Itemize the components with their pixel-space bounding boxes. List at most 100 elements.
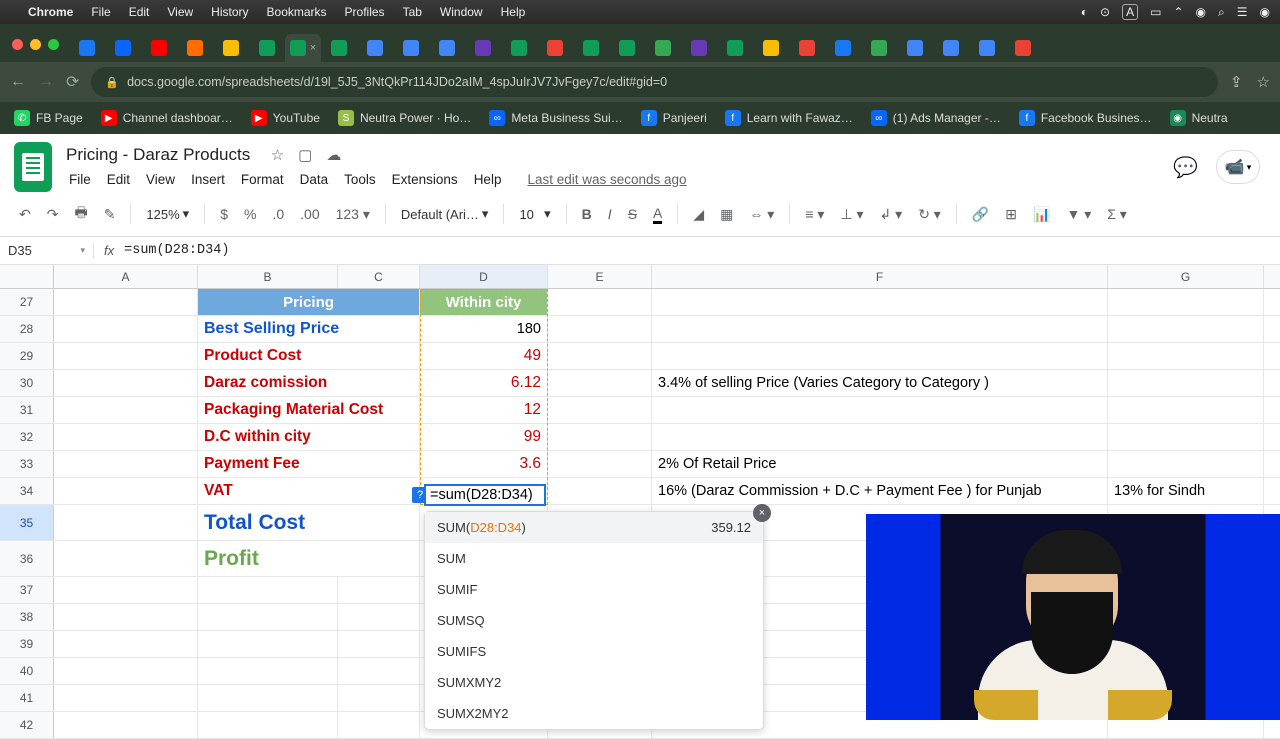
browser-tab[interactable] <box>465 34 501 62</box>
row-header[interactable]: 30 <box>0 370 54 396</box>
menubar-window[interactable]: Window <box>440 5 483 19</box>
increase-decimal-icon[interactable]: .00 <box>295 202 324 226</box>
cell[interactable] <box>548 289 652 315</box>
text-color-icon[interactable]: A <box>648 201 667 228</box>
cell[interactable]: Within city <box>420 289 548 315</box>
menubar-profiles[interactable]: Profiles <box>345 5 385 19</box>
select-all-corner[interactable] <box>0 265 54 288</box>
cell[interactable] <box>652 316 1108 342</box>
row-header[interactable]: 29 <box>0 343 54 369</box>
close-window-icon[interactable] <box>12 39 23 50</box>
menubar-view[interactable]: View <box>167 5 193 19</box>
cell[interactable]: 3.4% of selling Price (Varies Category t… <box>652 370 1108 396</box>
bookmark-item[interactable]: ◉Neutra <box>1164 107 1234 129</box>
browser-tab[interactable] <box>609 34 645 62</box>
paint-format-icon[interactable]: ✎ <box>99 202 121 227</box>
control-center-icon[interactable]: ☰ <box>1237 5 1248 19</box>
suggest-item[interactable]: SUM(D28:D34) 359.12 <box>425 512 763 543</box>
cell[interactable] <box>652 424 1108 450</box>
cell[interactable]: 99 <box>420 424 548 450</box>
cell[interactable] <box>338 685 420 711</box>
rotate-icon[interactable]: ↻ ▾ <box>913 202 946 227</box>
browser-tab[interactable] <box>573 34 609 62</box>
cell[interactable] <box>54 316 198 342</box>
meet-button[interactable]: 📹▾ <box>1216 150 1260 184</box>
menu-extensions[interactable]: Extensions <box>385 169 465 190</box>
formula-bar-input[interactable]: =sum(D28:D34) <box>124 243 229 258</box>
cell[interactable]: Total Cost <box>198 505 420 540</box>
menu-help[interactable]: Help <box>467 169 509 190</box>
browser-tab[interactable] <box>753 34 789 62</box>
cell[interactable]: 180 <box>420 316 548 342</box>
bookmark-item[interactable]: ▶YouTube <box>245 107 326 129</box>
cell[interactable] <box>548 343 652 369</box>
browser-tab[interactable] <box>1005 34 1041 62</box>
cell[interactable] <box>338 631 420 657</box>
row-header[interactable]: 34 <box>0 478 54 504</box>
col-header[interactable]: A <box>54 265 198 288</box>
cell[interactable] <box>1108 397 1264 423</box>
bookmark-item[interactable]: ∞(1) Ads Manager -… <box>865 107 1007 129</box>
col-header[interactable]: D <box>420 265 548 288</box>
menubar-history[interactable]: History <box>211 5 248 19</box>
cell[interactable] <box>652 397 1108 423</box>
menubar-help[interactable]: Help <box>501 5 526 19</box>
user-icon[interactable]: ◉ <box>1196 5 1206 19</box>
cell[interactable] <box>548 451 652 477</box>
menu-insert[interactable]: Insert <box>184 169 232 190</box>
print-icon[interactable]: 🖶 <box>69 198 92 230</box>
browser-tab[interactable] <box>645 34 681 62</box>
borders-icon[interactable]: ▦ <box>715 202 738 227</box>
cell[interactable] <box>548 316 652 342</box>
suggest-item[interactable]: SUMIFS <box>425 636 763 667</box>
comments-icon[interactable]: 💬 <box>1173 155 1198 180</box>
cell[interactable] <box>1108 451 1264 477</box>
cell[interactable] <box>198 712 338 738</box>
cell[interactable] <box>54 451 198 477</box>
cell[interactable] <box>54 289 198 315</box>
cell[interactable] <box>548 424 652 450</box>
cell[interactable] <box>198 631 338 657</box>
browser-tab[interactable] <box>429 34 465 62</box>
spotlight-icon[interactable]: ⌕ <box>1218 5 1225 20</box>
browser-tab[interactable] <box>393 34 429 62</box>
browser-tab[interactable] <box>969 34 1005 62</box>
cell[interactable] <box>338 577 420 603</box>
star-icon[interactable]: ☆ <box>271 146 284 164</box>
cell[interactable] <box>1108 289 1264 315</box>
cell[interactable]: D.C within city <box>198 424 420 450</box>
menubar-file[interactable]: File <box>91 5 110 19</box>
decrease-decimal-icon[interactable]: .0 <box>267 202 289 226</box>
cell[interactable]: 12 <box>420 397 548 423</box>
menu-data[interactable]: Data <box>293 169 336 190</box>
name-box[interactable]: D35▾ <box>0 243 94 258</box>
menubar-edit[interactable]: Edit <box>129 5 150 19</box>
cell[interactable]: 49 <box>420 343 548 369</box>
cell[interactable]: Payment Fee <box>198 451 420 477</box>
col-header[interactable]: E <box>548 265 652 288</box>
strike-icon[interactable]: S <box>623 202 642 226</box>
zoom-select[interactable]: 125% ▾ <box>141 202 194 226</box>
cell[interactable] <box>338 604 420 630</box>
fill-color-icon[interactable]: ◢ <box>688 202 709 227</box>
tab-close-icon[interactable]: × <box>310 42 316 54</box>
cell[interactable] <box>198 685 338 711</box>
filter-icon[interactable]: ▼ ▾ <box>1061 202 1096 227</box>
row-header[interactable]: 36 <box>0 541 54 576</box>
menubar-bookmarks[interactable]: Bookmarks <box>267 5 327 19</box>
maximize-window-icon[interactable] <box>48 39 59 50</box>
sheets-logo-icon[interactable] <box>14 142 52 192</box>
cell[interactable] <box>652 343 1108 369</box>
menubar-app[interactable]: Chrome <box>28 5 73 19</box>
suggest-item[interactable]: SUMX2MY2 <box>425 698 763 729</box>
browser-tab[interactable] <box>357 34 393 62</box>
active-cell-editor[interactable]: =sum(D28:D34) <box>424 484 546 506</box>
cell[interactable] <box>652 289 1108 315</box>
browser-tab[interactable] <box>789 34 825 62</box>
merge-icon[interactable]: ⇔ ▾ <box>744 202 779 227</box>
font-size-select[interactable]: 10 ▾ <box>514 202 555 226</box>
bookmark-item[interactable]: SNeutra Power · Ho… <box>332 107 477 129</box>
cell[interactable]: 13% for Sindh <box>1108 478 1264 504</box>
lock-icon[interactable]: 🔒 <box>105 76 119 89</box>
browser-tab[interactable] <box>69 34 105 62</box>
